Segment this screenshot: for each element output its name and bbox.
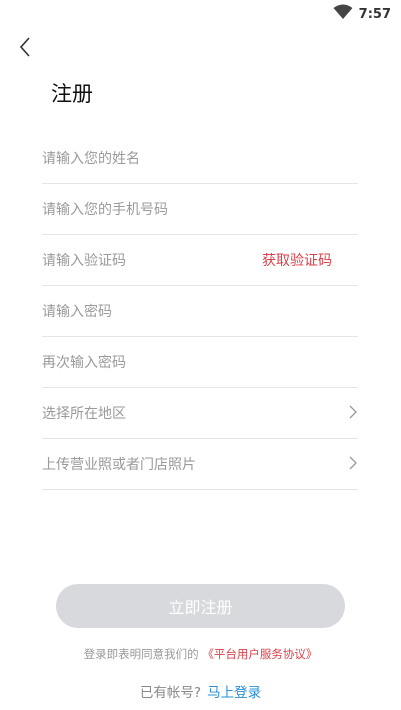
name-input[interactable] [42, 149, 358, 167]
get-code-button[interactable]: 获取验证码 [262, 250, 332, 270]
confirm-password-row [42, 337, 358, 388]
code-row: 获取验证码 [42, 235, 358, 286]
phone-row [42, 184, 358, 235]
confirm-password-input[interactable] [42, 353, 358, 371]
region-select[interactable]: 选择所在地区 [42, 388, 358, 439]
status-right: 7:57 [333, 4, 391, 24]
register-form: 获取验证码 选择所在地区 上传营业照或者门店照片 [42, 133, 358, 490]
login-link[interactable]: 马上登录 [207, 685, 261, 701]
chevron-right-icon [348, 404, 358, 423]
agreement-text: 登录即表明同意我们的 《平台用户服务协议》 [0, 646, 401, 662]
password-input[interactable] [42, 302, 358, 320]
login-prefix: 已有帐号? [139, 685, 202, 701]
chevron-left-icon [18, 36, 32, 62]
region-label: 选择所在地区 [42, 406, 126, 422]
login-prompt: 已有帐号? 马上登录 [0, 681, 401, 701]
page-title: 注册 [51, 82, 93, 106]
chevron-right-icon [348, 455, 358, 474]
back-button[interactable] [12, 36, 38, 62]
name-row [42, 133, 358, 184]
upload-label: 上传营业照或者门店照片 [42, 457, 196, 473]
status-bar: 7:57 [0, 0, 401, 28]
agreement-link[interactable]: 《平台用户服务协议》 [202, 647, 317, 661]
register-button[interactable]: 立即注册 [56, 584, 345, 628]
verification-code-input[interactable] [42, 251, 242, 269]
password-row [42, 286, 358, 337]
upload-photo-select[interactable]: 上传营业照或者门店照片 [42, 439, 358, 490]
status-time: 7:57 [358, 6, 391, 22]
agreement-prefix: 登录即表明同意我们的 [83, 647, 199, 661]
phone-input[interactable] [42, 200, 358, 218]
wifi-icon [333, 4, 353, 24]
